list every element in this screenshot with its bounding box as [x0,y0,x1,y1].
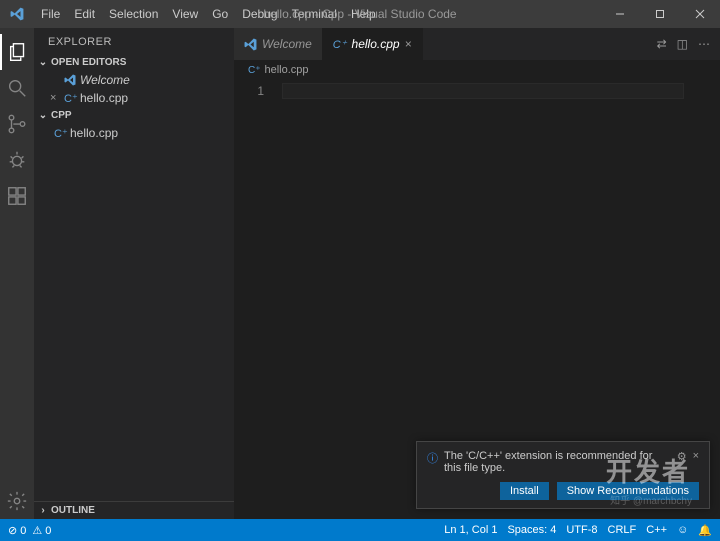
tab-actions: ⇄ ◫ ⋯ [647,28,720,60]
status-indent[interactable]: Spaces: 4 [507,524,556,536]
window-title: hello.cpp - Cpp - Visual Studio Code [263,7,456,21]
current-line-highlight [282,83,684,99]
info-icon: ⓘ [427,450,438,466]
file-hello[interactable]: C⁺ hello.cpp [34,124,234,142]
tab-bar: Welcome C⁺ hello.cpp × ⇄ ◫ ⋯ [234,28,720,60]
tab-welcome[interactable]: Welcome [234,28,323,60]
close-icon[interactable]: × [50,92,60,104]
menu-edit[interactable]: Edit [67,7,102,21]
chevron-right-icon: › [38,505,48,516]
source-control-icon[interactable] [0,106,34,142]
breadcrumb[interactable]: C⁺ hello.cpp [234,60,720,80]
split-editor-icon[interactable]: ◫ [677,37,688,51]
menu-go[interactable]: Go [205,7,235,21]
minimize-button[interactable] [600,0,640,28]
menu-view[interactable]: View [165,7,205,21]
line-number: 1 [234,84,264,98]
open-editors-header[interactable]: ⌄ OPEN EDITORS [34,54,234,71]
cpp-file-icon: C⁺ [333,38,347,51]
open-editor-label: hello.cpp [80,91,128,105]
gear-icon[interactable]: ⚙ [677,450,687,463]
breadcrumb-label: hello.cpp [265,64,309,76]
folder-label: CPP [51,110,72,121]
menu-file[interactable]: File [34,7,67,21]
sidebar-title: EXPLORER [34,28,234,54]
settings-gear-icon[interactable] [0,483,34,519]
notification-text: The 'C/C++' extension is recommended for… [444,450,671,474]
show-recommendations-button[interactable]: Show Recommendations [557,482,699,500]
vscode-icon [64,74,76,86]
extensions-icon[interactable] [0,178,34,214]
status-warnings[interactable]: ⚠ 0 [32,524,51,537]
maximize-button[interactable] [640,0,680,28]
cpp-file-icon: C⁺ [248,65,261,76]
chevron-down-icon: ⌄ [38,57,48,68]
status-bell-icon[interactable]: 🔔 [698,524,712,537]
open-editor-label: Welcome [80,73,130,87]
close-button[interactable] [680,0,720,28]
tab-label: hello.cpp [352,37,400,51]
open-editor-hello[interactable]: × C⁺ hello.cpp [34,89,234,107]
install-button[interactable]: Install [500,482,549,500]
open-editor-welcome[interactable]: Welcome [34,71,234,89]
chevron-down-icon: ⌄ [38,110,48,121]
tab-hello[interactable]: C⁺ hello.cpp × [323,28,423,60]
window-controls [600,0,720,28]
status-language[interactable]: C++ [646,524,667,536]
menu-selection[interactable]: Selection [102,7,165,21]
status-cursor[interactable]: Ln 1, Col 1 [444,524,497,536]
outline-label: OUTLINE [51,505,95,516]
cpp-file-icon: C⁺ [54,127,66,140]
open-editors-label: OPEN EDITORS [51,57,126,68]
debug-icon[interactable] [0,142,34,178]
editor-group: Welcome C⁺ hello.cpp × ⇄ ◫ ⋯ C⁺ hello.cp… [234,28,720,519]
status-errors[interactable]: ⊘ 0 [8,524,26,537]
file-label: hello.cpp [70,126,118,140]
sidebar: EXPLORER ⌄ OPEN EDITORS Welcome × C⁺ hel… [34,28,234,519]
line-number-gutter: 1 [234,80,282,519]
explorer-icon[interactable] [0,34,34,70]
more-icon[interactable]: ⋯ [698,37,710,51]
activity-bar [0,28,34,519]
status-bar: ⊘ 0 ⚠ 0 Ln 1, Col 1 Spaces: 4 UTF-8 CRLF… [0,519,720,541]
close-icon[interactable]: × [693,450,699,462]
compare-icon[interactable]: ⇄ [657,37,667,51]
status-encoding[interactable]: UTF-8 [566,524,597,536]
title-bar: File Edit Selection View Go Debug Termin… [0,0,720,28]
tab-label: Welcome [262,37,312,51]
close-icon[interactable]: × [405,37,412,51]
search-icon[interactable] [0,70,34,106]
vscode-icon [244,38,257,51]
cpp-file-icon: C⁺ [64,92,76,105]
status-feedback-icon[interactable]: ☺ [677,524,688,536]
folder-header[interactable]: ⌄ CPP [34,107,234,124]
vscode-logo-icon [0,7,34,21]
status-eol[interactable]: CRLF [608,524,637,536]
notification-toast: ⓘ The 'C/C++' extension is recommended f… [416,441,710,509]
outline-header[interactable]: › OUTLINE [34,501,234,519]
